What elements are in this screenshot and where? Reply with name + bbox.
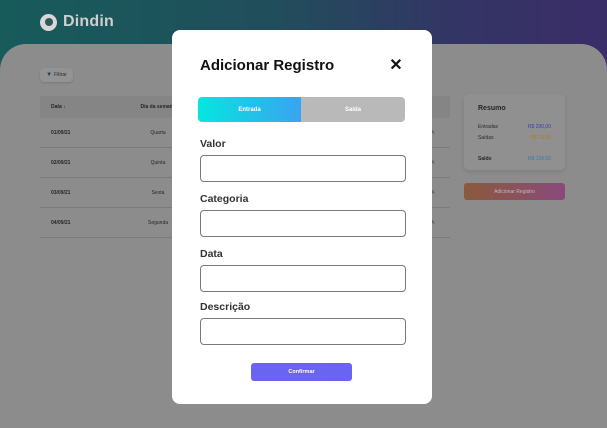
summary-expense-value: R$ 70,50 bbox=[530, 135, 551, 141]
confirm-button[interactable]: Confirmar bbox=[251, 363, 352, 381]
add-record-modal: Adicionar Registro ✕ Entrada Saída Valor… bbox=[172, 30, 432, 404]
summary-expense-row: Saídas R$ 70,50 bbox=[478, 135, 551, 141]
description-label: Descrição bbox=[200, 301, 251, 313]
date-label: Data bbox=[200, 248, 223, 260]
entry-type-toggle: Entrada Saída bbox=[198, 97, 405, 122]
filter-button[interactable]: ▼ Filtrar bbox=[40, 68, 73, 82]
close-icon[interactable]: ✕ bbox=[388, 58, 404, 74]
modal-title: Adicionar Registro bbox=[200, 57, 335, 74]
date-input[interactable] bbox=[200, 265, 406, 292]
toggle-expense-button[interactable]: Saída bbox=[301, 97, 405, 122]
summary-income-value: R$ 200,00 bbox=[527, 124, 551, 130]
summary-expense-label: Saídas bbox=[478, 135, 494, 141]
toggle-income-button[interactable]: Entrada bbox=[198, 97, 301, 122]
category-label: Categoria bbox=[200, 193, 249, 205]
filter-button-label: Filtrar bbox=[54, 72, 67, 78]
summary-income-label: Entradas bbox=[478, 124, 499, 130]
summary-income-row: Entradas R$ 200,00 bbox=[478, 124, 551, 130]
funnel-icon: ▼ bbox=[46, 72, 53, 78]
summary-balance-label: Saldo bbox=[478, 156, 492, 162]
summary-balance-row: Saldo R$ 129,50 bbox=[478, 156, 551, 162]
description-input[interactable] bbox=[200, 318, 406, 345]
app-logo: Dindin bbox=[40, 13, 114, 31]
summary-card: Resumo Entradas R$ 200,00 Saídas R$ 70,5… bbox=[464, 94, 565, 170]
logo-icon bbox=[40, 13, 57, 31]
row-date: 03/09/21 bbox=[51, 189, 71, 196]
add-record-button[interactable]: Adicionar Registro bbox=[464, 183, 565, 200]
column-header-date[interactable]: Data ↓ bbox=[40, 104, 108, 110]
summary-balance-value: R$ 129,50 bbox=[527, 156, 551, 162]
row-date: 02/09/21 bbox=[51, 159, 71, 166]
summary-title: Resumo bbox=[478, 105, 506, 112]
sort-arrow-icon: ↓ bbox=[63, 104, 66, 110]
row-date: 04/09/21 bbox=[51, 219, 71, 226]
value-input[interactable] bbox=[200, 155, 406, 182]
value-label: Valor bbox=[200, 138, 226, 150]
app-name: Dindin bbox=[63, 13, 114, 30]
row-date: 01/09/21 bbox=[51, 129, 71, 136]
category-input[interactable] bbox=[200, 210, 406, 237]
